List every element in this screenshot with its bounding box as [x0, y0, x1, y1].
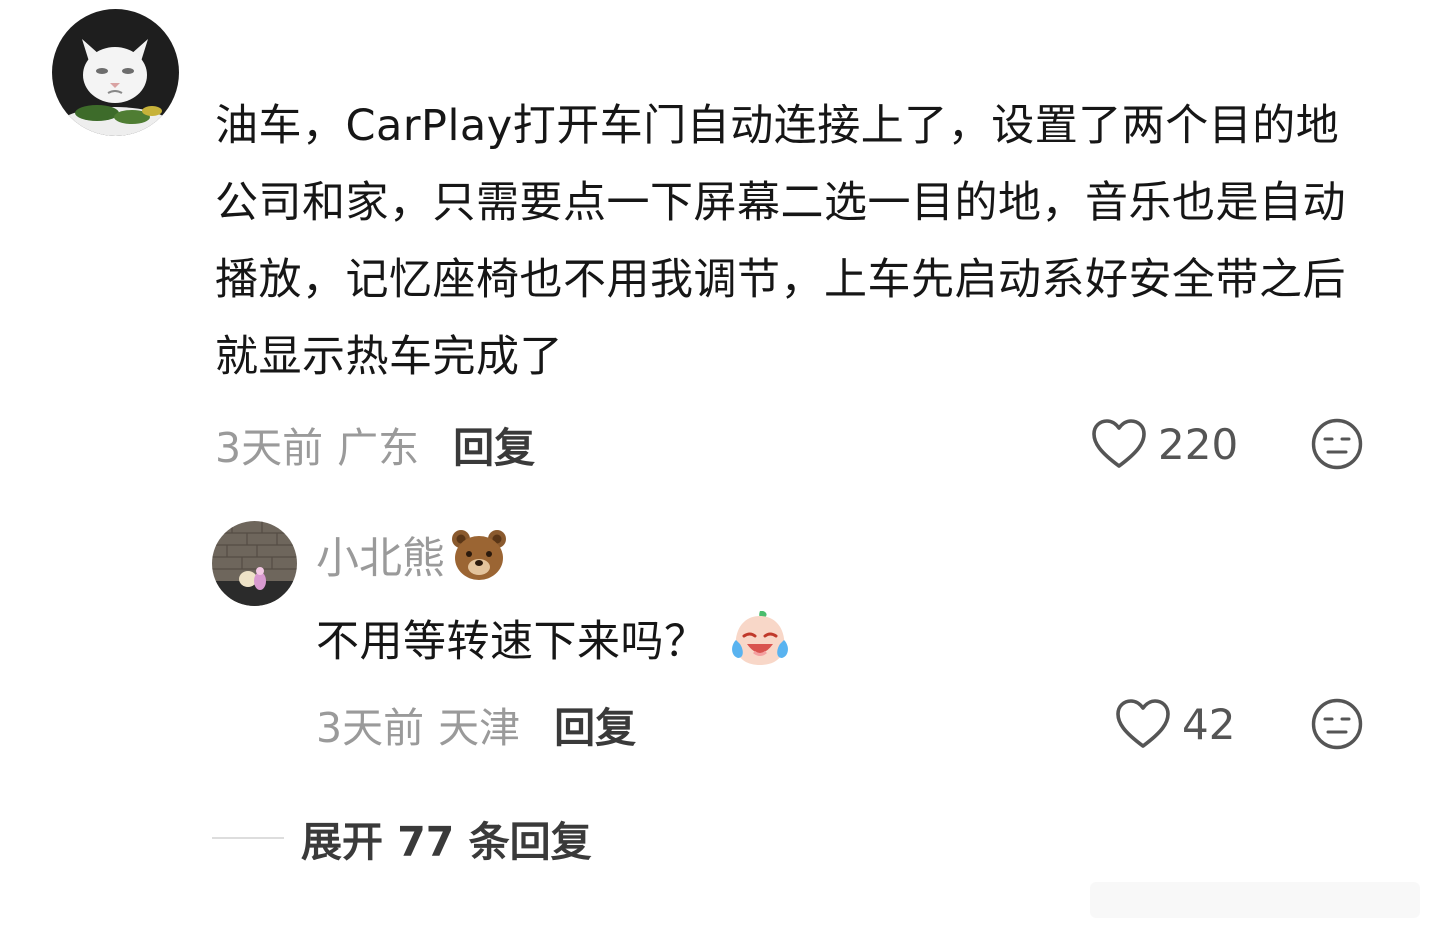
- expand-divider: [212, 837, 284, 839]
- cat-avatar-image: [52, 9, 179, 136]
- commenter-avatar[interactable]: [52, 9, 179, 136]
- reply-user-avatar[interactable]: [212, 521, 297, 606]
- watermark-graphic: [1090, 882, 1420, 918]
- reply-reply-button[interactable]: 回复: [554, 694, 636, 754]
- reply-button[interactable]: 回复: [453, 414, 535, 474]
- like-button[interactable]: 220: [1090, 414, 1238, 474]
- reply-like-count: 42: [1182, 699, 1236, 749]
- reply-username-text: 小北熊: [316, 534, 445, 584]
- neutral-face-icon[interactable]: [1310, 697, 1364, 751]
- reply-time: 3天前: [316, 704, 425, 752]
- reply-meta: 3天前 天津 回复: [316, 694, 636, 754]
- neutral-face-icon[interactable]: [1310, 417, 1364, 471]
- reply-text: 不用等转速下来吗？: [316, 617, 708, 667]
- brick-wall-avatar-image: [212, 521, 297, 606]
- reply-location: 天津: [438, 704, 521, 752]
- expand-replies-button[interactable]: 展开 77 条回复: [301, 810, 592, 866]
- comment-text: 油车，CarPlay打开车门自动连接上了，设置了两个目的地公司和家，只需要点一下…: [215, 101, 1346, 382]
- reply-text-row: 不用等转速下来吗？: [316, 605, 790, 671]
- comment-location: 广东: [337, 424, 420, 472]
- reply-like-button[interactable]: 42: [1114, 694, 1235, 754]
- comment-meta: 3天前 广东 回复: [215, 414, 535, 474]
- heart-outline-icon: [1116, 699, 1170, 748]
- comment-time: 3天前: [215, 424, 324, 472]
- crying-laughing-face-icon: [731, 611, 788, 665]
- heart-outline-icon: [1092, 419, 1146, 468]
- like-count: 220: [1158, 419, 1239, 469]
- reply-username[interactable]: 小北熊: [316, 524, 509, 586]
- bear-face-icon: [452, 530, 506, 580]
